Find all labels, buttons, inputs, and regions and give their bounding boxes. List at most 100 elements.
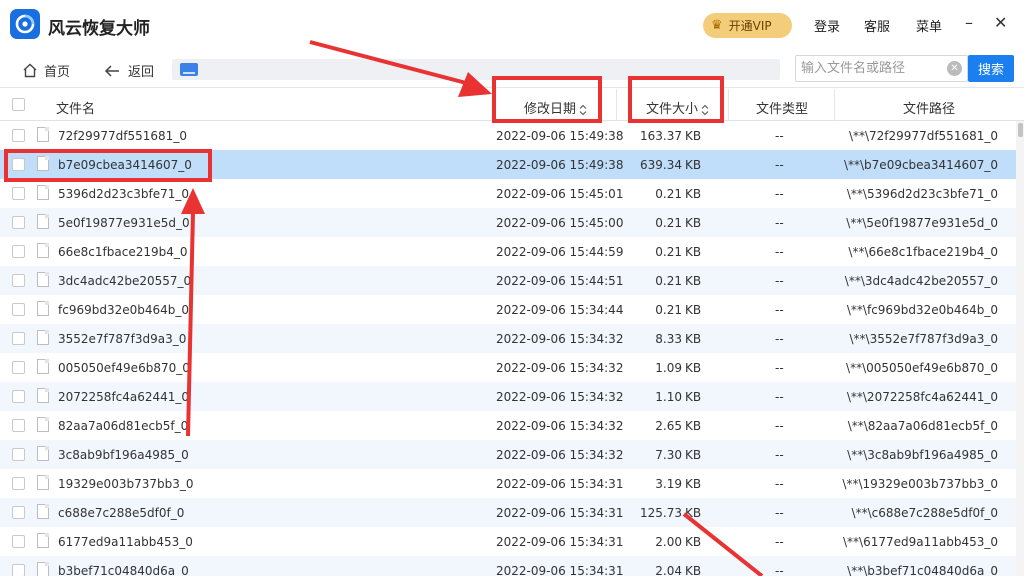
back-button[interactable]: 返回	[104, 61, 154, 80]
app-logo-icon	[10, 9, 40, 39]
close-button[interactable]: ✕	[994, 13, 1007, 32]
row-checkbox[interactable]	[12, 332, 25, 345]
table-row[interactable]: 3c8ab9bf196a4985_0 2022-09-06 15:34:32 7.3…	[0, 440, 1016, 469]
minimize-button[interactable]: –	[965, 13, 973, 32]
file-name: 3dc4adc42be20557_0	[58, 274, 192, 288]
vip-button[interactable]: ♛ 开通VIP	[703, 13, 792, 38]
file-size: 2.00	[655, 535, 682, 549]
file-path: \**\5396d2d23c3bfe71_0	[846, 187, 998, 201]
table-row[interactable]: 3dc4adc42be20557_0 2022-09-06 15:44:51 0.2…	[0, 266, 1016, 295]
file-path: \**\82aa7a06d81ecb5f_0	[847, 419, 998, 433]
file-name: 6177ed9a11abb453_0	[58, 535, 193, 549]
row-checkbox[interactable]	[12, 361, 25, 374]
table-row[interactable]: c688e7c288e5df0f_0 2022-09-06 15:34:31 125…	[0, 498, 1016, 527]
table-row[interactable]: 005050ef49e6b870_0 2022-09-06 15:34:32 1.0…	[0, 353, 1016, 382]
row-checkbox[interactable]	[12, 506, 25, 519]
file-name: fc969bd32e0b464b_0	[58, 303, 190, 317]
file-size: 1.10	[655, 390, 682, 404]
table-row[interactable]: 72f29977df551681_0 2022-09-06 15:49:38 163…	[0, 121, 1016, 150]
file-size-unit: KB	[685, 332, 702, 346]
home-button[interactable]: 首页	[22, 61, 70, 80]
file-name: b7e09cbea3414607_0	[58, 158, 192, 172]
file-name: 72f29977df551681_0	[58, 129, 187, 143]
file-size: 1.09	[655, 361, 682, 375]
row-checkbox[interactable]	[12, 419, 25, 432]
column-header-type[interactable]: 文件类型	[756, 98, 808, 117]
column-header-size[interactable]: 文件大小	[646, 98, 709, 117]
row-checkbox[interactable]	[12, 303, 25, 316]
file-icon	[37, 475, 49, 490]
file-icon	[37, 446, 49, 461]
row-checkbox[interactable]	[12, 448, 25, 461]
file-type: --	[775, 361, 784, 375]
file-path: \**\fc969bd32e0b464b_0	[846, 303, 998, 317]
file-size-unit: KB	[685, 158, 702, 172]
file-size-unit: KB	[685, 506, 702, 520]
file-type: --	[775, 245, 784, 259]
file-size: 0.21	[655, 216, 682, 230]
row-checkbox[interactable]	[12, 129, 25, 142]
file-name: 005050ef49e6b870_0	[58, 361, 190, 375]
app-title: 风云恢复大师	[48, 19, 150, 39]
login-button[interactable]: 登录	[814, 16, 840, 35]
file-path: \**\3c8ab9bf196a4985_0	[847, 448, 998, 462]
file-path: \**\2072258fc4a62441_0	[846, 390, 998, 404]
scrollbar-thumb[interactable]	[1018, 123, 1023, 137]
row-checkbox[interactable]	[12, 390, 25, 403]
path-bar[interactable]	[172, 59, 780, 80]
menu-button[interactable]: 菜单	[916, 16, 942, 35]
table-row[interactable]: 5396d2d23c3bfe71_0 2022-09-06 15:45:01 0.2…	[0, 179, 1016, 208]
file-size: 8.33	[655, 332, 682, 346]
table-row[interactable]: b7e09cbea3414607_0 2022-09-06 15:49:38 639…	[0, 150, 1016, 179]
file-size-unit: KB	[685, 419, 702, 433]
row-checkbox[interactable]	[12, 274, 25, 287]
file-size-unit: KB	[685, 216, 702, 230]
table-row[interactable]: 6177ed9a11abb453_0 2022-09-06 15:34:31 2.0…	[0, 527, 1016, 556]
home-label: 首页	[44, 65, 71, 80]
file-icon	[37, 301, 49, 316]
table-row[interactable]: 2072258fc4a62441_0 2022-09-06 15:34:32 1.1…	[0, 382, 1016, 411]
file-name: c688e7c288e5df0f_0	[58, 506, 185, 520]
file-type: --	[775, 216, 784, 230]
file-type: --	[775, 274, 784, 288]
row-checkbox[interactable]	[12, 535, 25, 548]
file-type: --	[775, 448, 784, 462]
table-row[interactable]: 19329e003b737bb3_0 2022-09-06 15:34:31 3.1…	[0, 469, 1016, 498]
file-size: 7.30	[655, 448, 682, 462]
file-type: --	[775, 158, 784, 172]
file-name: 2072258fc4a62441_0	[58, 390, 190, 404]
column-header-date[interactable]: 修改日期	[524, 98, 587, 117]
column-divider[interactable]	[834, 89, 835, 121]
column-divider[interactable]	[728, 89, 729, 121]
column-header-date-label: 修改日期	[524, 102, 577, 117]
file-path: \**\3552e7f787f3d9a3_0	[849, 332, 998, 346]
home-icon	[23, 63, 37, 78]
table-row[interactable]: 3552e7f787f3d9a3_0 2022-09-06 15:34:32 8.3…	[0, 324, 1016, 353]
table-row[interactable]: 66e8c1fbace219b4_0 2022-09-06 15:44:59 0.2…	[0, 237, 1016, 266]
table-row[interactable]: b3bef71c04840d6a_0 2022-09-06 15:34:31 2.0…	[0, 556, 1016, 576]
row-checkbox[interactable]	[12, 564, 25, 576]
row-checkbox[interactable]	[12, 158, 25, 171]
column-header-name[interactable]: 文件名	[56, 98, 95, 117]
clear-icon[interactable]: ✕	[947, 61, 962, 76]
scrollbar[interactable]	[1016, 121, 1024, 576]
file-type: --	[775, 535, 784, 549]
table-row[interactable]: 5e0f19877e931e5d_0 2022-09-06 15:45:00 0.2…	[0, 208, 1016, 237]
row-checkbox[interactable]	[12, 187, 25, 200]
row-checkbox[interactable]	[12, 216, 25, 229]
file-size-unit: KB	[685, 477, 702, 491]
drive-icon	[180, 63, 198, 76]
row-checkbox[interactable]	[12, 477, 25, 490]
search-button[interactable]: 搜索	[968, 55, 1014, 82]
table-row[interactable]: fc969bd32e0b464b_0 2022-09-06 15:34:44 0.2…	[0, 295, 1016, 324]
service-button[interactable]: 客服	[864, 16, 890, 35]
column-divider[interactable]	[616, 89, 617, 121]
column-header-path[interactable]: 文件路径	[903, 98, 955, 117]
table-row[interactable]: 82aa7a06d81ecb5f_0 2022-09-06 15:34:32 2.6…	[0, 411, 1016, 440]
file-size: 163.37	[640, 129, 682, 143]
search-input[interactable]	[796, 56, 936, 81]
file-size-unit: KB	[685, 303, 702, 317]
row-checkbox[interactable]	[12, 245, 25, 258]
select-all-checkbox[interactable]	[12, 98, 25, 111]
file-name: 19329e003b737bb3_0	[58, 477, 194, 491]
